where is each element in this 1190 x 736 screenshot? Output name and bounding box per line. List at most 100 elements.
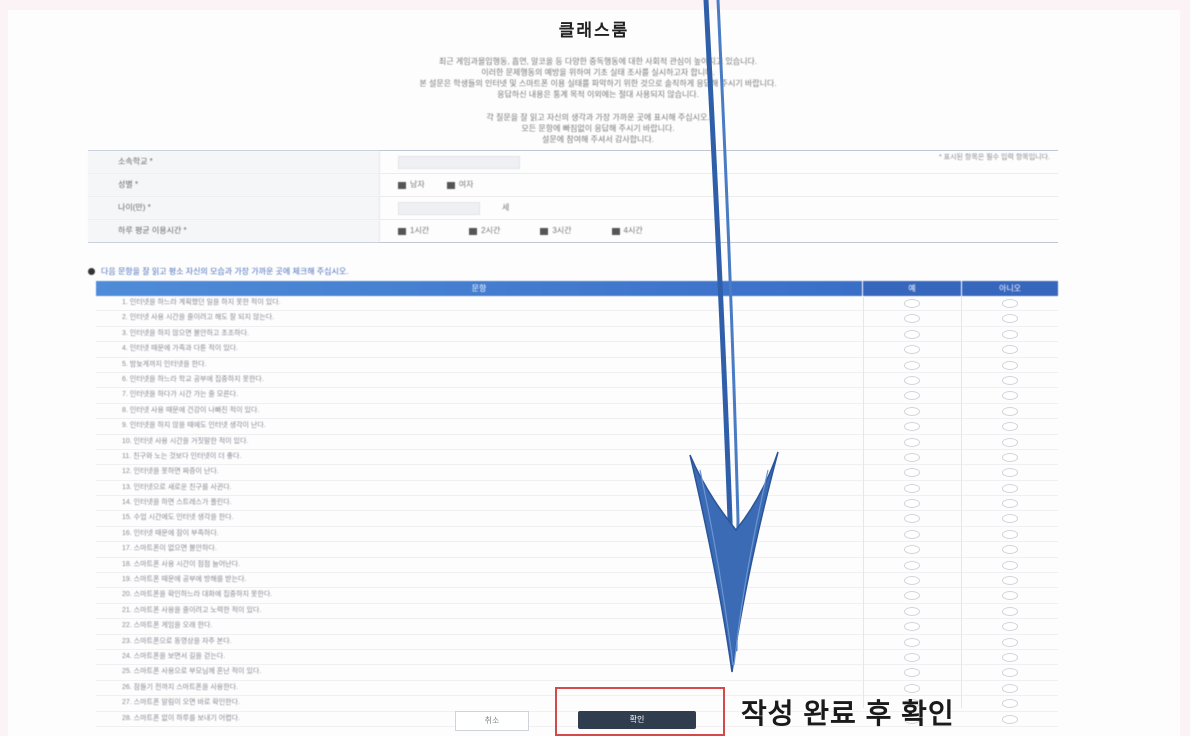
- question-text: 27. 스마트폰 알림이 오면 바로 확인한다.: [122, 699, 240, 707]
- survey-row: 20. 스마트폰을 확인하느라 대화에 집중하지 못한다.: [96, 588, 1058, 604]
- no-radio[interactable]: [1002, 345, 1018, 355]
- no-radio[interactable]: [1002, 699, 1018, 709]
- usage-radio-1[interactable]: 1시간: [398, 220, 429, 242]
- no-radio[interactable]: [1002, 576, 1018, 586]
- yes-radio[interactable]: [904, 314, 920, 324]
- survey-row: 1. 인터넷을 하느라 계획했던 일을 하지 못한 적이 있다.: [96, 296, 1058, 312]
- no-radio[interactable]: [1002, 391, 1018, 401]
- question-text: 2. 인터넷 사용 시간을 줄이려고 해도 잘 되지 않는다.: [122, 314, 275, 322]
- no-radio[interactable]: [1002, 406, 1018, 416]
- age-input[interactable]: [398, 201, 480, 215]
- yes-radio[interactable]: [904, 606, 920, 616]
- survey-row: 22. 스마트폰 게임을 오래 한다.: [96, 619, 1058, 635]
- no-radio[interactable]: [1002, 468, 1018, 478]
- survey-row: 23. 스마트폰으로 동영상을 자주 본다.: [96, 635, 1058, 650]
- usage-radio-4[interactable]: 4시간: [611, 220, 643, 242]
- yes-radio[interactable]: [904, 375, 920, 385]
- question-text: 19. 스마트폰 때문에 공부에 방해를 받는다.: [122, 576, 247, 584]
- yes-radio[interactable]: [904, 591, 920, 601]
- cancel-button[interactable]: 취소: [455, 711, 529, 731]
- yes-radio[interactable]: [904, 437, 920, 447]
- question-text: 15. 수업 시간에도 인터넷 생각을 한다.: [122, 514, 234, 522]
- usage-radio-2[interactable]: 2시간: [469, 220, 500, 242]
- intro-text: 최근 게임과몰입행동, 흡연, 알코올 등 다양한 중독행동에 대한 사회적 관…: [158, 56, 1038, 100]
- info-row-gender: 성별 * 남자 여자: [88, 174, 1058, 197]
- yes-radio[interactable]: [904, 299, 920, 308]
- no-radio[interactable]: [1002, 375, 1018, 385]
- yes-radio[interactable]: [904, 529, 920, 539]
- yes-radio[interactable]: [904, 468, 920, 478]
- no-radio[interactable]: [1002, 329, 1018, 339]
- no-radio[interactable]: [1002, 545, 1018, 555]
- no-radio[interactable]: [1002, 668, 1018, 678]
- question-text: 21. 스마트폰 사용을 줄이려고 노력한 적이 있다.: [122, 606, 262, 614]
- survey-row: 13. 인터넷으로 새로운 친구를 사귄다.: [96, 481, 1058, 497]
- question-text: 10. 인터넷 사용 시간을 거짓말한 적이 있다.: [122, 437, 249, 445]
- survey-row: 25. 스마트폰 사용으로 부모님께 혼난 적이 있다.: [96, 665, 1058, 681]
- yes-radio[interactable]: [904, 545, 920, 555]
- no-radio[interactable]: [1002, 422, 1018, 432]
- checkbox-icon: [446, 181, 455, 189]
- yes-radio[interactable]: [904, 622, 920, 632]
- no-radio[interactable]: [1002, 483, 1018, 493]
- yes-radio[interactable]: [904, 452, 920, 462]
- survey-row: 2. 인터넷 사용 시간을 줄이려고 해도 잘 되지 않는다.: [96, 311, 1058, 327]
- yes-radio[interactable]: [904, 499, 920, 509]
- header-question: 문항: [96, 281, 862, 296]
- checkbox-icon: [469, 227, 478, 235]
- info-label: 성별 *: [88, 174, 380, 196]
- no-radio[interactable]: [1002, 714, 1018, 724]
- yes-radio[interactable]: [904, 483, 920, 493]
- checkbox-icon: [540, 227, 549, 235]
- no-radio[interactable]: [1002, 622, 1018, 632]
- yes-radio[interactable]: [904, 406, 920, 416]
- school-input[interactable]: [398, 155, 520, 169]
- header-yes: 예: [863, 281, 961, 296]
- bullet-icon: [88, 268, 95, 275]
- no-radio[interactable]: [1002, 560, 1018, 570]
- gender-radio-female[interactable]: 여자: [446, 174, 473, 196]
- column-divider: [961, 296, 962, 708]
- survey-row: 8. 인터넷 사용 때문에 건강이 나빠진 적이 있다.: [96, 404, 1058, 420]
- yes-radio[interactable]: [904, 345, 920, 355]
- yes-radio[interactable]: [904, 637, 920, 647]
- no-radio[interactable]: [1002, 606, 1018, 616]
- no-radio[interactable]: [1002, 499, 1018, 509]
- no-radio[interactable]: [1002, 437, 1018, 447]
- no-radio[interactable]: [1002, 637, 1018, 647]
- no-radio[interactable]: [1002, 360, 1018, 370]
- yes-radio[interactable]: [904, 391, 920, 401]
- yes-radio[interactable]: [904, 652, 920, 662]
- no-radio[interactable]: [1002, 652, 1018, 662]
- guide-text: 다음 문항을 잘 읽고 평소 자신의 모습과 가장 가까운 곳에 체크해 주십시…: [101, 267, 349, 276]
- question-text: 3. 인터넷을 하지 않으면 불안하고 초조하다.: [122, 329, 249, 337]
- confirm-highlight-box: [555, 687, 725, 736]
- no-radio[interactable]: [1002, 299, 1018, 308]
- survey-guide: 다음 문항을 잘 읽고 평소 자신의 모습과 가장 가까운 곳에 체크해 주십시…: [88, 266, 348, 277]
- column-divider: [863, 296, 864, 708]
- no-radio[interactable]: [1002, 591, 1018, 601]
- no-radio[interactable]: [1002, 683, 1018, 693]
- checkbox-icon: [398, 181, 406, 189]
- no-radio[interactable]: [1002, 514, 1018, 524]
- yes-radio[interactable]: [904, 514, 920, 524]
- yes-radio[interactable]: [904, 560, 920, 570]
- no-radio[interactable]: [1002, 529, 1018, 539]
- question-text: 28. 스마트폰 없이 하루를 보내기 어렵다.: [122, 714, 240, 722]
- usage-radio-3[interactable]: 3시간: [540, 220, 572, 242]
- survey-row: 15. 수업 시간에도 인터넷 생각을 한다.: [96, 511, 1058, 527]
- gender-radio-male[interactable]: 남자: [398, 174, 425, 196]
- survey-row: 9. 인터넷을 하지 않을 때에도 인터넷 생각이 난다.: [96, 419, 1058, 435]
- no-radio[interactable]: [1002, 314, 1018, 324]
- survey-row: 14. 인터넷을 하면 스트레스가 풀린다.: [96, 496, 1058, 512]
- yes-radio[interactable]: [904, 668, 920, 678]
- yes-radio[interactable]: [904, 576, 920, 586]
- no-radio[interactable]: [1002, 452, 1018, 462]
- info-label: 소속학교 *: [88, 151, 380, 173]
- yes-radio[interactable]: [904, 360, 920, 370]
- yes-radio[interactable]: [904, 329, 920, 339]
- intro-line: 이러한 문제행동의 예방을 위하여 기초 실태 조사를 실시하고자 합니다.: [481, 68, 715, 77]
- question-text: 26. 잠들기 전까지 스마트폰을 사용한다.: [122, 683, 239, 691]
- survey-row: 4. 인터넷 때문에 가족과 다툰 적이 있다.: [96, 342, 1058, 358]
- yes-radio[interactable]: [904, 422, 920, 432]
